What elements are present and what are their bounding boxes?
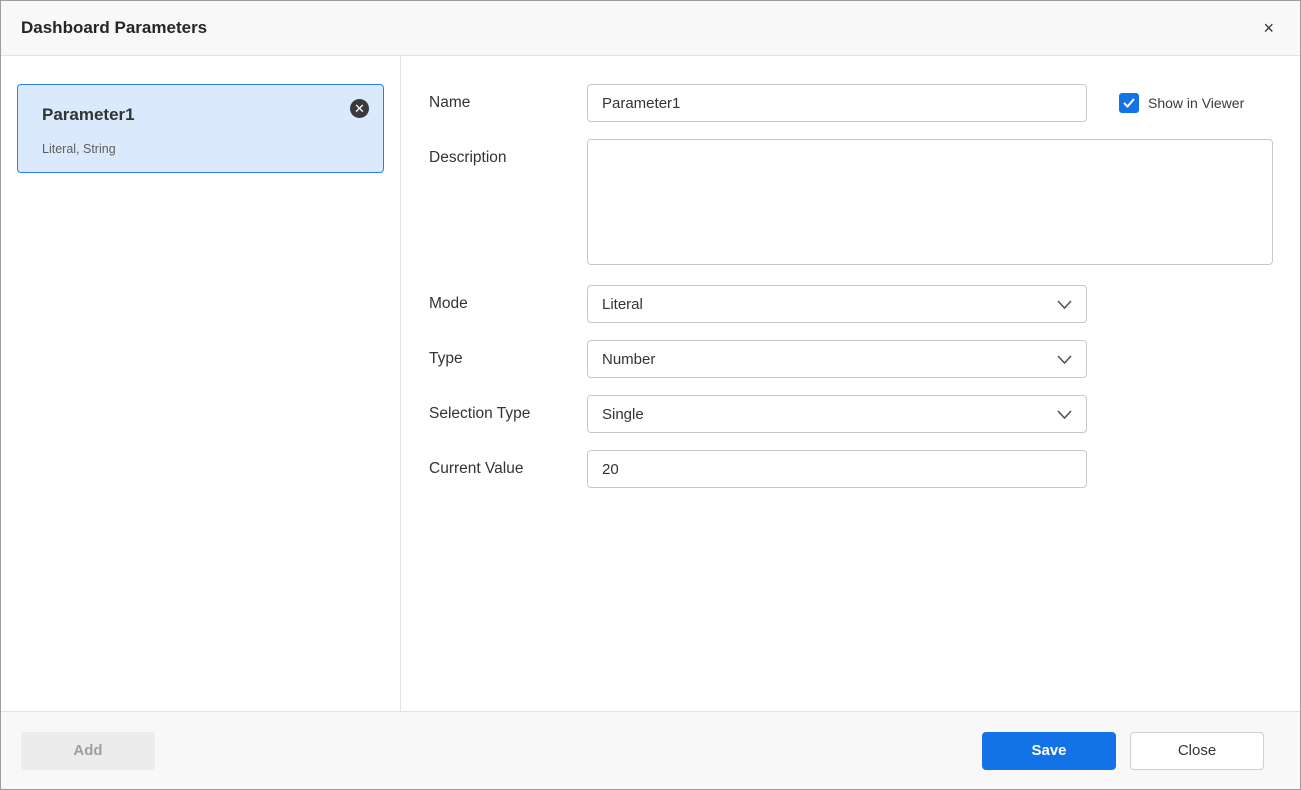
chevron-down-icon xyxy=(1057,410,1072,419)
description-label: Description xyxy=(429,139,587,177)
dialog-footer: Add Save Close xyxy=(1,711,1300,789)
close-button[interactable]: Close xyxy=(1130,732,1264,770)
type-row: Type Number xyxy=(429,340,1273,378)
name-row: Name Show in Viewer xyxy=(429,84,1273,122)
mode-selected-value: Literal xyxy=(602,296,643,313)
selection-type-select[interactable]: Single xyxy=(587,395,1087,433)
footer-actions: Save Close xyxy=(982,732,1264,770)
dialog-title: Dashboard Parameters xyxy=(21,18,207,38)
name-input[interactable] xyxy=(587,84,1087,122)
type-selected-value: Number xyxy=(602,351,655,368)
show-in-viewer-checkbox[interactable] xyxy=(1119,93,1139,113)
selection-type-row: Selection Type Single xyxy=(429,395,1273,433)
parameter-card[interactable]: Parameter1 ✕ Literal, String xyxy=(17,84,384,173)
dialog-main: Parameter1 ✕ Literal, String Name Show i… xyxy=(1,56,1300,711)
add-button[interactable]: Add xyxy=(21,732,155,770)
parameter-card-title: Parameter1 xyxy=(42,99,135,125)
selection-type-label: Selection Type xyxy=(429,395,587,433)
mode-select[interactable]: Literal xyxy=(587,285,1087,323)
description-row: Description xyxy=(429,139,1273,265)
parameter-list-panel: Parameter1 ✕ Literal, String xyxy=(1,56,401,711)
close-icon[interactable]: × xyxy=(1259,15,1278,41)
parameter-card-subtitle: Literal, String xyxy=(42,142,369,156)
parameter-card-header: Parameter1 ✕ xyxy=(42,99,369,125)
current-value-row: Current Value xyxy=(429,450,1273,488)
description-input[interactable] xyxy=(587,139,1273,265)
parameter-form: Name Show in Viewer Description Mode xyxy=(401,56,1300,711)
show-in-viewer-control[interactable]: Show in Viewer xyxy=(1119,84,1244,122)
remove-parameter-icon[interactable]: ✕ xyxy=(350,99,369,118)
chevron-down-icon xyxy=(1057,300,1072,309)
type-select[interactable]: Number xyxy=(587,340,1087,378)
mode-row: Mode Literal xyxy=(429,285,1273,323)
save-button[interactable]: Save xyxy=(982,732,1116,770)
name-label: Name xyxy=(429,84,587,122)
selection-type-selected-value: Single xyxy=(602,406,644,423)
dashboard-parameters-dialog: Dashboard Parameters × Parameter1 ✕ Lite… xyxy=(0,0,1301,790)
dialog-header: Dashboard Parameters × xyxy=(1,1,1300,56)
chevron-down-icon xyxy=(1057,355,1072,364)
check-icon xyxy=(1123,98,1135,108)
type-label: Type xyxy=(429,340,587,378)
current-value-label: Current Value xyxy=(429,450,587,488)
mode-label: Mode xyxy=(429,285,587,323)
current-value-input[interactable] xyxy=(587,450,1087,488)
show-in-viewer-label: Show in Viewer xyxy=(1148,95,1244,111)
